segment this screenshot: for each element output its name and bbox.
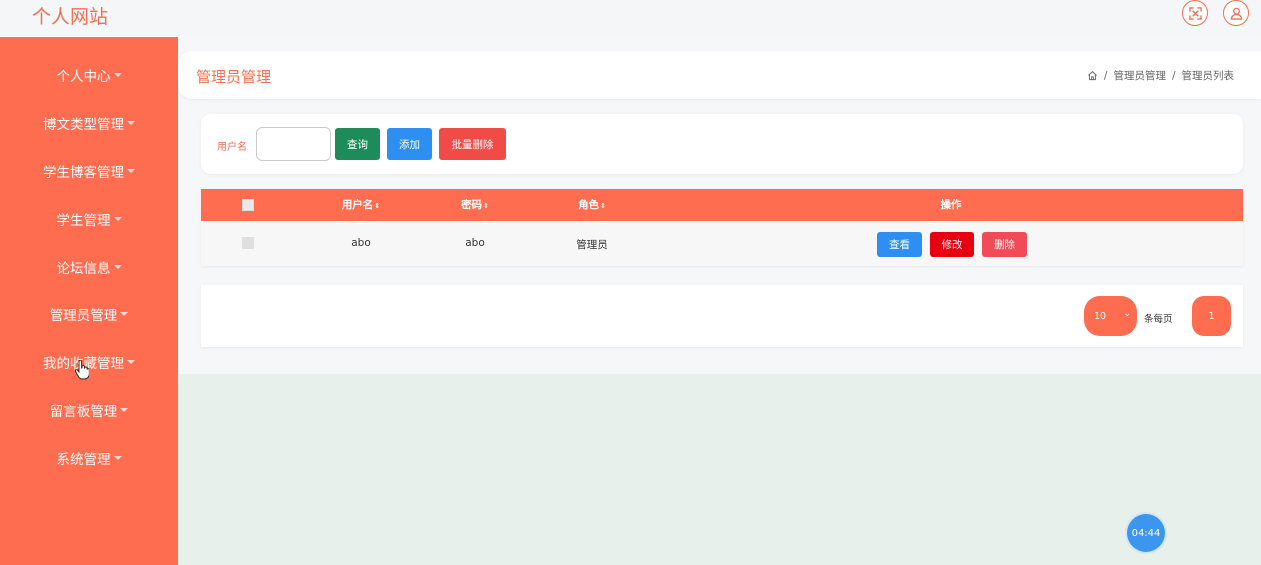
row-checkbox[interactable]: [242, 237, 254, 249]
select-all-checkbox[interactable]: [242, 199, 254, 211]
sidebar-item-label: 论坛信息: [56, 261, 111, 277]
breadcrumb-separator: /: [1103, 69, 1108, 82]
user-icon: [1230, 7, 1242, 20]
add-button[interactable]: 添加: [387, 128, 432, 160]
sidebar-item-favorites[interactable]: 我的收藏管理: [0, 347, 178, 377]
chevron-down-icon: ⌄: [1123, 309, 1131, 319]
site-title: 个人网站: [32, 6, 109, 28]
top-bar: 个人网站: [0, 0, 1261, 37]
caret-down-icon: [113, 456, 122, 460]
search-panel: 用户名 查询 添加 批量删除: [201, 114, 1243, 174]
delete-button[interactable]: 删除: [982, 232, 1027, 257]
sidebar-item-blog-types[interactable]: 博文类型管理: [0, 108, 178, 138]
query-button[interactable]: 查询: [335, 128, 380, 160]
caret-down-icon: [127, 360, 135, 364]
cell-password: abo: [465, 237, 485, 249]
admin-table: 用户名⇕ 密码⇕ 角色⇕ 操作 abo abo 管理员 查看 修改 删除: [201, 189, 1243, 266]
caret-down-icon: [120, 408, 129, 412]
page-header: 管理员管理 / 管理员管理 / 管理员列表: [178, 51, 1261, 99]
sidebar-item-label: 个人中心: [56, 69, 111, 85]
edit-button[interactable]: 修改: [930, 232, 974, 257]
sidebar-item-label: 博文类型管理: [43, 117, 124, 133]
cell-role: 管理员: [576, 239, 608, 251]
home-icon[interactable]: [1087, 70, 1098, 81]
user-button[interactable]: [1223, 0, 1249, 26]
username-label: 用户名: [217, 142, 247, 153]
sort-icon: ⇕: [600, 202, 606, 210]
batch-delete-button[interactable]: 批量删除: [439, 128, 506, 160]
caret-down-icon: [120, 312, 129, 316]
view-button[interactable]: 查看: [877, 232, 922, 257]
sidebar-item-label: 学生管理: [56, 213, 111, 229]
caret-down-icon: [113, 217, 122, 221]
caret-down-icon: [127, 121, 135, 125]
fullscreen-icon: [1188, 6, 1202, 20]
hand-cursor-icon: [75, 360, 89, 380]
per-page-label: 条每页: [1144, 314, 1173, 325]
page-size-value: 10: [1094, 310, 1107, 322]
breadcrumb-item-admin-list: 管理员列表: [1181, 70, 1235, 82]
column-header-password[interactable]: 密码⇕: [461, 189, 489, 221]
sidebar-item-forum[interactable]: 论坛信息: [0, 252, 178, 282]
sort-icon: ⇕: [374, 202, 381, 210]
breadcrumb: / 管理员管理 / 管理员列表: [1087, 68, 1234, 83]
sidebar-item-label: 系统管理: [56, 452, 111, 468]
caret-down-icon: [113, 265, 122, 269]
sidebar-item-label: 管理员管理: [49, 308, 118, 324]
cell-username: abo: [351, 237, 371, 249]
sidebar-item-label: 学生博客管理: [43, 165, 124, 181]
sidebar-item-admins[interactable]: 管理员管理: [0, 299, 178, 329]
username-search-input[interactable]: [256, 127, 331, 161]
table-header: 用户名⇕ 密码⇕ 角色⇕ 操作: [201, 189, 1243, 221]
sidebar-item-student-blogs[interactable]: 学生博客管理: [0, 156, 178, 186]
breadcrumb-separator: /: [1171, 69, 1176, 82]
pagination: 10 ⌄ 条每页 1: [201, 285, 1243, 347]
column-header-actions: 操作: [940, 199, 962, 211]
sidebar: 个人中心 博文类型管理 学生博客管理 学生管理 论坛信息 管理员管理 我的收藏管…: [0, 37, 178, 565]
page-size-select[interactable]: 10 ⌄: [1084, 296, 1137, 336]
caret-down-icon: [113, 73, 122, 77]
sidebar-item-profile[interactable]: 个人中心: [0, 60, 178, 90]
sidebar-item-students[interactable]: 学生管理: [0, 204, 178, 234]
caret-down-icon: [127, 169, 135, 173]
sort-icon: ⇕: [483, 202, 489, 210]
page-number-button[interactable]: 1: [1192, 296, 1231, 336]
sidebar-item-message-board[interactable]: 留言板管理: [0, 395, 178, 425]
recording-timer[interactable]: 04:44: [1127, 514, 1165, 552]
column-header-username[interactable]: 用户名⇕: [342, 189, 380, 221]
sidebar-item-label: 留言板管理: [49, 404, 118, 420]
fullscreen-button[interactable]: [1182, 0, 1208, 26]
breadcrumb-item-admin-management[interactable]: 管理员管理: [1113, 68, 1166, 83]
sidebar-item-system[interactable]: 系统管理: [0, 443, 178, 473]
column-header-role[interactable]: 角色⇕: [578, 189, 606, 221]
page-title: 管理员管理: [196, 68, 272, 86]
